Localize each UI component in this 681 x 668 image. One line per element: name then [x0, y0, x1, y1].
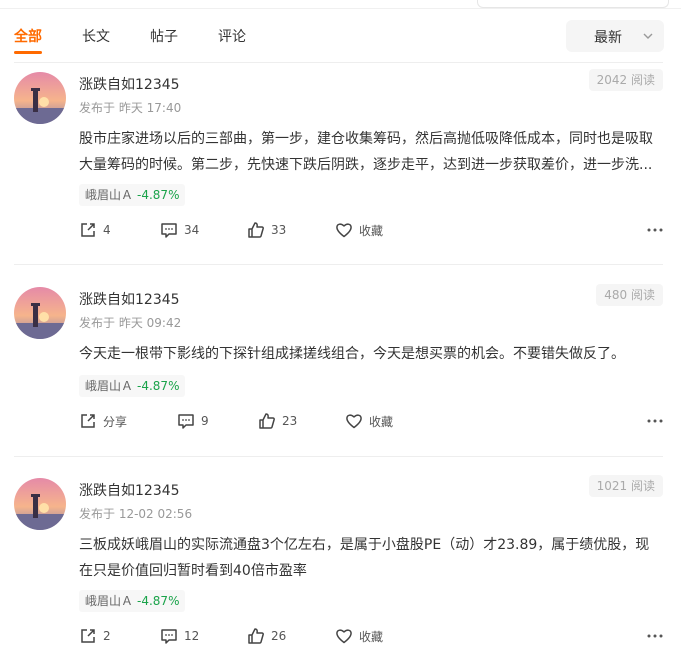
publish-time: 发布于 昨天 17:40: [79, 101, 182, 115]
comment-icon: [178, 414, 194, 429]
share-label: 分享: [103, 414, 128, 429]
thumbs-up-icon: [248, 628, 264, 644]
stock-change: -4.87%: [137, 594, 180, 608]
like-count: 26: [271, 629, 287, 643]
stock-tag[interactable]: 峨眉山Ａ -4.87%: [79, 184, 186, 206]
stock-change: -4.87%: [137, 188, 180, 202]
more-icon[interactable]: [647, 413, 663, 429]
post-actions: 4 34 33 收藏: [79, 218, 663, 242]
like-button[interactable]: 26: [247, 624, 286, 648]
share-icon: [81, 629, 95, 643]
author-name[interactable]: 涨跌自如12345: [79, 480, 180, 500]
top-divider: [0, 0, 681, 9]
share-button[interactable]: 4: [79, 218, 111, 242]
comment-button[interactable]: 34: [160, 218, 199, 242]
comment-icon: [161, 629, 177, 644]
collect-button[interactable]: 收藏: [345, 409, 393, 433]
like-count: 33: [271, 223, 287, 237]
share-icon: [81, 414, 95, 428]
comment-button[interactable]: 12: [160, 624, 199, 648]
comment-count: 34: [184, 223, 200, 237]
thumbs-up-icon: [259, 413, 275, 429]
share-button[interactable]: 分享: [79, 409, 127, 433]
like-count: 23: [282, 414, 298, 428]
post-content[interactable]: 股市庄家进场以后的三部曲，第一步，建仓收集筹码，然后高抛低吸降低成本，同时也是吸…: [79, 126, 663, 178]
comment-count: 9: [201, 414, 209, 428]
active-tab-indicator: [14, 51, 42, 54]
publish-time: 发布于 昨天 09:42: [79, 316, 182, 330]
collect-label: 收藏: [369, 414, 394, 429]
collect-button[interactable]: 收藏: [335, 218, 383, 242]
heart-icon: [336, 223, 352, 238]
avatar[interactable]: [14, 72, 66, 124]
more-icon[interactable]: [647, 628, 663, 644]
share-count: 4: [103, 223, 111, 237]
divider: [14, 456, 663, 457]
comment-button[interactable]: 9: [177, 409, 209, 433]
heart-icon: [346, 414, 362, 429]
stock-tag[interactable]: 峨眉山Ａ -4.87%: [79, 590, 186, 612]
read-count-badge: 480 阅读: [596, 284, 663, 306]
post-actions: 分享 9 23 收藏: [79, 409, 663, 433]
sort-label: 最新: [594, 30, 622, 46]
publish-time: 发布于 12-02 02:56: [79, 507, 193, 521]
search-box-edge: [477, 0, 669, 8]
share-button[interactable]: 2: [79, 624, 111, 648]
divider: [14, 62, 663, 63]
stock-name: 峨眉山Ａ: [85, 188, 134, 202]
stock-name: 峨眉山Ａ: [85, 379, 134, 393]
like-button[interactable]: 23: [258, 409, 297, 433]
sunset-lighthouse-avatar-image: [14, 478, 66, 530]
share-icon: [81, 223, 95, 237]
read-count-badge: 2042 阅读: [588, 69, 663, 91]
sunset-lighthouse-avatar-image: [14, 72, 66, 124]
avatar[interactable]: [14, 287, 66, 339]
stock-name: 峨眉山Ａ: [85, 594, 134, 608]
post-content[interactable]: 三板成妖峨眉山的实际流通盘3个亿左右，是属于小盘股PE（动）才23.89，属于绩…: [79, 532, 663, 584]
share-count: 2: [103, 629, 111, 643]
chevron-down-icon: [643, 33, 653, 39]
comment-icon: [161, 223, 177, 238]
collect-label: 收藏: [359, 223, 384, 238]
author-name[interactable]: 涨跌自如12345: [79, 289, 180, 309]
sunset-lighthouse-avatar-image: [14, 287, 66, 339]
post-content[interactable]: 今天走一根带下影线的下探针组成揉搓线组合，今天是想买票的机会。不要错失做反了。: [79, 341, 663, 367]
heart-icon: [336, 629, 352, 644]
tab-posts[interactable]: 帖子: [150, 26, 178, 46]
collect-button[interactable]: 收藏: [335, 624, 383, 648]
stock-change: -4.87%: [137, 379, 180, 393]
more-icon[interactable]: [647, 222, 663, 238]
stock-tag[interactable]: 峨眉山Ａ -4.87%: [79, 375, 186, 397]
divider: [14, 264, 663, 265]
like-button[interactable]: 33: [247, 218, 286, 242]
tab-articles[interactable]: 长文: [82, 26, 110, 46]
comment-count: 12: [184, 629, 200, 643]
tab-comments[interactable]: 评论: [218, 26, 246, 46]
sort-dropdown[interactable]: 最新: [566, 20, 664, 52]
tab-all[interactable]: 全部: [14, 26, 42, 46]
avatar[interactable]: [14, 478, 66, 530]
collect-label: 收藏: [359, 629, 384, 644]
thumbs-up-icon: [248, 222, 264, 238]
author-name[interactable]: 涨跌自如12345: [79, 74, 180, 94]
post-actions: 2 12 26 收藏: [79, 624, 663, 648]
read-count-badge: 1021 阅读: [588, 475, 663, 497]
